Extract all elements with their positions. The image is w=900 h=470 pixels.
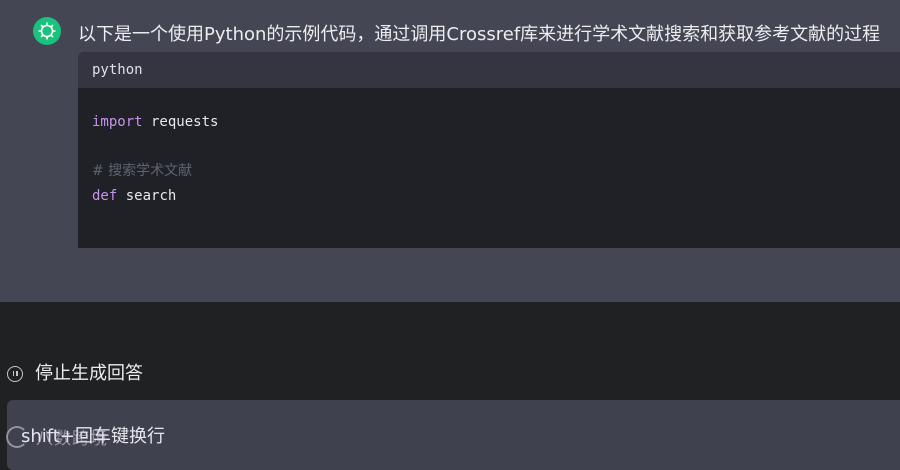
code-block: python import requests # 搜索学术文献 def search bbox=[78, 52, 900, 248]
code-token: search bbox=[117, 187, 177, 204]
code-line: def search bbox=[92, 184, 886, 209]
watermark-logo-icon bbox=[6, 425, 28, 448]
code-line: # 搜索学术文献 bbox=[92, 159, 886, 184]
stop-generating-button[interactable]: 停止生成回答 bbox=[7, 362, 143, 386]
code-token: import bbox=[92, 114, 143, 130]
code-line: import requests bbox=[92, 110, 886, 135]
watermark: 八数跨境 bbox=[6, 424, 108, 449]
code-token: requests bbox=[142, 114, 219, 130]
openai-logo-icon bbox=[33, 17, 61, 45]
chat-input[interactable]: shift+回车键换行 bbox=[7, 400, 900, 470]
assistant-message: 以下是一个使用Python的示例代码，通过调用Crossref库来进行学术文献搜… bbox=[0, 0, 900, 302]
message-text: 以下是一个使用Python的示例代码，通过调用Crossref库来进行学术文献搜… bbox=[78, 24, 881, 45]
code-token: def bbox=[92, 187, 118, 204]
code-token: # 搜索学术文献 bbox=[92, 163, 193, 179]
stop-generating-label: 停止生成回答 bbox=[35, 363, 143, 384]
code-body: import requests # 搜索学术文献 def search bbox=[78, 88, 900, 208]
code-language-label: python bbox=[78, 52, 900, 88]
watermark-text: 八数跨境 bbox=[36, 429, 108, 449]
pause-circle-icon bbox=[7, 366, 23, 382]
